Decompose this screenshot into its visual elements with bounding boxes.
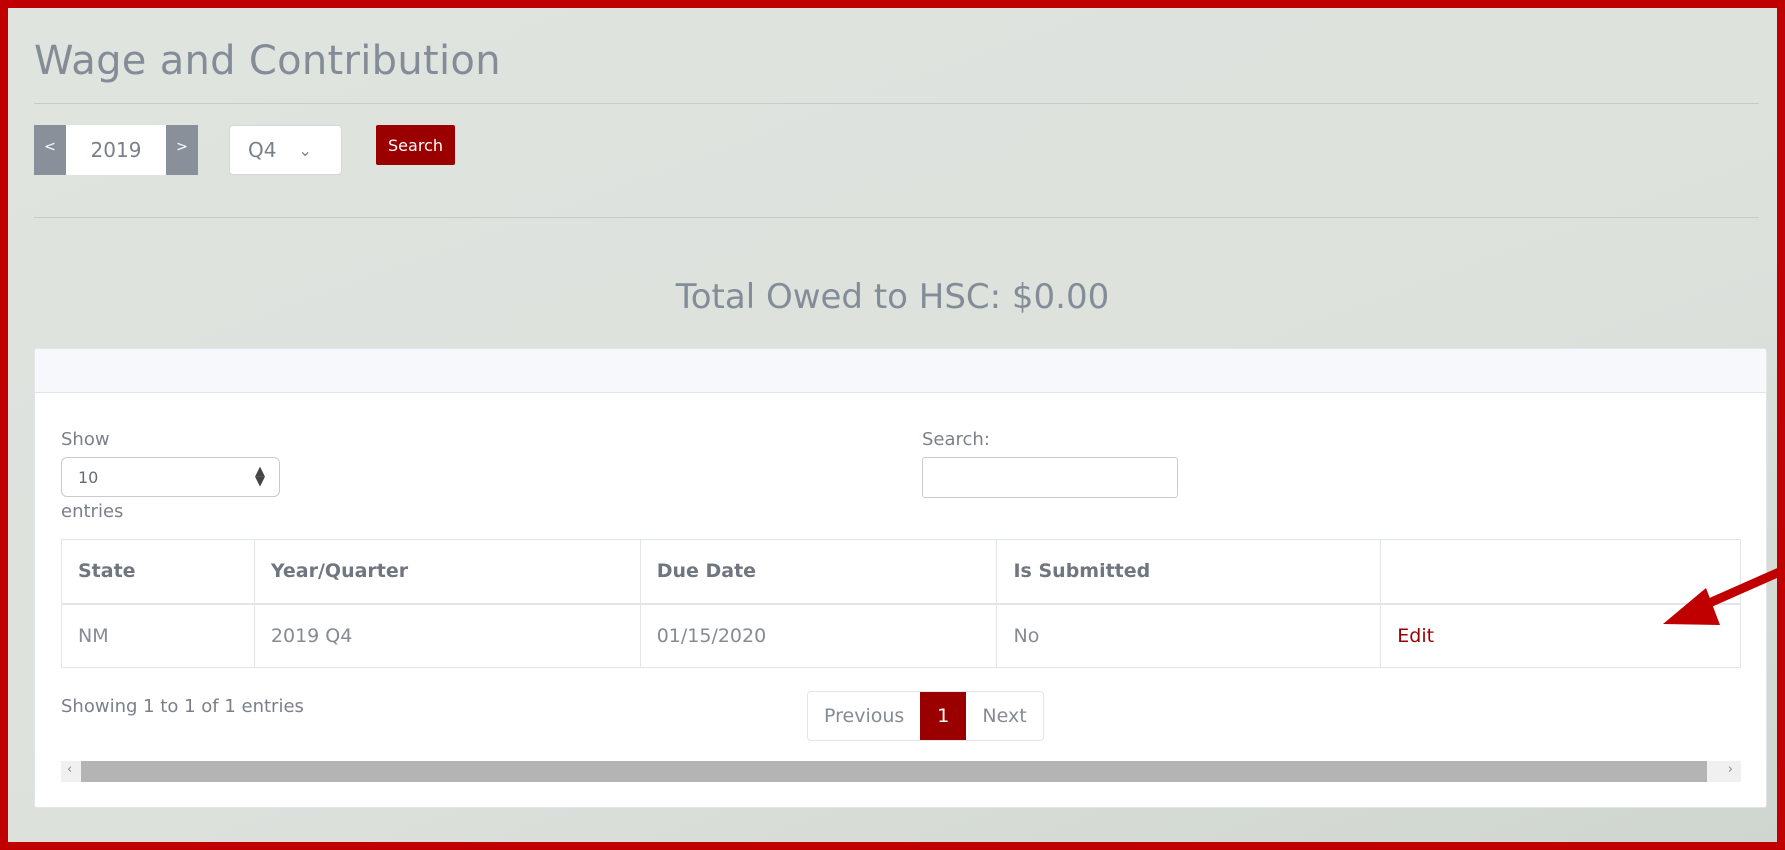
- total-owed-heading: Total Owed to HSC: $0.00: [675, 277, 1110, 317]
- cell-is-submitted: No: [996, 603, 1382, 668]
- next-year-button[interactable]: >: [166, 125, 198, 175]
- horizontal-scrollbar[interactable]: ‹ ›: [61, 761, 1741, 782]
- chevron-right-icon[interactable]: ›: [1728, 762, 1733, 777]
- column-header-actions: [1380, 539, 1741, 605]
- sort-arrows-icon: ▲ ▼: [255, 464, 265, 489]
- page-1-button[interactable]: 1: [920, 692, 967, 740]
- column-header-is-submitted[interactable]: Is Submitted: [996, 539, 1382, 605]
- page-title: Wage and Contribution: [34, 38, 501, 84]
- table-search-label: Search:: [922, 429, 990, 450]
- previous-page-button[interactable]: Previous: [808, 692, 920, 740]
- quarter-value: Q4: [248, 138, 277, 162]
- column-header-due-date[interactable]: Due Date: [639, 539, 998, 605]
- page-length-select[interactable]: 10 ▲ ▼: [61, 457, 280, 497]
- show-label: Show: [61, 429, 110, 450]
- divider: [34, 103, 1759, 104]
- search-button[interactable]: Search: [376, 125, 455, 165]
- cell-due-date: 01/15/2020: [639, 603, 998, 668]
- table-header-row: State Year/Quarter Due Date Is Submitted: [61, 539, 1741, 605]
- table-row: NM 2019 Q4 01/15/2020 No Edit: [61, 603, 1741, 668]
- column-header-state[interactable]: State: [61, 539, 255, 605]
- chevron-left-icon[interactable]: ‹: [67, 762, 72, 777]
- screenshot-frame: Wage and Contribution < 2019 > Q4 ⌄ Sear…: [0, 0, 1785, 850]
- pagination: Previous 1 Next: [807, 691, 1044, 741]
- chevron-down-icon: ⌄: [298, 140, 312, 160]
- next-page-button[interactable]: Next: [966, 692, 1042, 740]
- scrollbar-thumb[interactable]: [81, 761, 1707, 782]
- card-header: [35, 349, 1766, 393]
- cell-state: NM: [61, 603, 255, 668]
- entries-card: Show 10 ▲ ▼ entries Search: State Year/Qu…: [34, 348, 1767, 808]
- divider: [34, 217, 1759, 218]
- cell-year-quarter: 2019 Q4: [253, 603, 641, 668]
- prev-year-button[interactable]: <: [34, 125, 66, 175]
- quarter-select[interactable]: Q4 ⌄: [229, 125, 342, 175]
- entries-label: entries: [61, 501, 124, 522]
- edit-link[interactable]: Edit: [1380, 603, 1741, 668]
- column-header-year-quarter[interactable]: Year/Quarter: [253, 539, 641, 605]
- year-value[interactable]: 2019: [66, 125, 166, 175]
- entries-table: State Year/Quarter Due Date Is Submitted…: [61, 539, 1741, 668]
- table-info: Showing 1 to 1 of 1 entries: [61, 696, 304, 717]
- page-length-value: 10: [78, 467, 99, 487]
- year-selector: < 2019 >: [34, 125, 198, 175]
- table-search-input[interactable]: [922, 457, 1178, 498]
